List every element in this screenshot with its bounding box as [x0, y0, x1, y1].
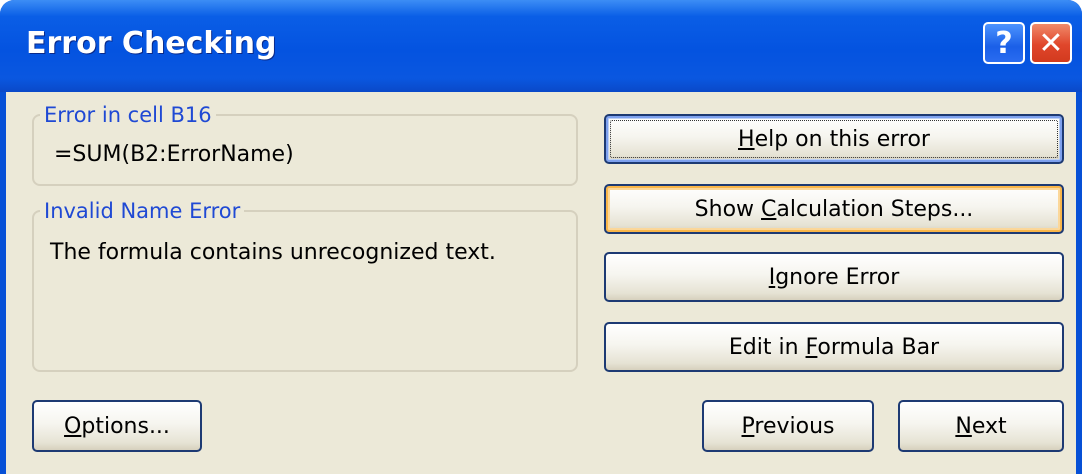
dialog-body: Error in cell B16 =SUM(B2:ErrorName) Inv… — [6, 92, 1076, 474]
formula-text: =SUM(B2:ErrorName) — [54, 142, 294, 167]
previous-label: Previous — [741, 413, 835, 439]
ignore-error-label: Ignore Error — [768, 264, 900, 290]
error-checking-dialog: Error Checking ? ✕ Error in cell B16 =SU… — [0, 0, 1082, 474]
help-question-icon[interactable]: ? — [983, 22, 1025, 64]
error-cell-group: Error in cell B16 =SUM(B2:ErrorName) — [32, 102, 578, 186]
error-description-text: The formula contains unrecognized text. — [50, 240, 496, 265]
ignore-error-button[interactable]: Ignore Error — [604, 252, 1064, 302]
close-icon[interactable]: ✕ — [1030, 22, 1072, 64]
help-on-error-label: Help on this error — [738, 126, 930, 152]
window-border-right — [1076, 92, 1082, 474]
next-button[interactable]: Next — [898, 400, 1064, 452]
options-button[interactable]: Options... — [32, 400, 202, 452]
show-calculation-steps-button[interactable]: Show Calculation Steps... — [604, 184, 1064, 234]
show-calculation-steps-label: Show Calculation Steps... — [694, 196, 974, 222]
previous-button[interactable]: Previous — [702, 400, 874, 452]
title-bar[interactable]: Error Checking ? ✕ — [0, 0, 1082, 92]
next-label: Next — [955, 413, 1007, 439]
error-description-group: Invalid Name Error The formula contains … — [32, 198, 578, 372]
window-title: Error Checking — [26, 26, 277, 61]
close-glyph: ✕ — [1038, 25, 1064, 61]
error-type-label: Invalid Name Error — [40, 198, 245, 224]
help-glyph: ? — [995, 25, 1013, 61]
edit-in-formula-bar-button[interactable]: Edit in Formula Bar — [604, 322, 1064, 372]
edit-in-formula-bar-label: Edit in Formula Bar — [728, 334, 940, 360]
help-on-error-button[interactable]: Help on this error — [604, 114, 1064, 164]
options-label: Options... — [64, 413, 170, 439]
error-cell-label: Error in cell B16 — [40, 102, 216, 128]
